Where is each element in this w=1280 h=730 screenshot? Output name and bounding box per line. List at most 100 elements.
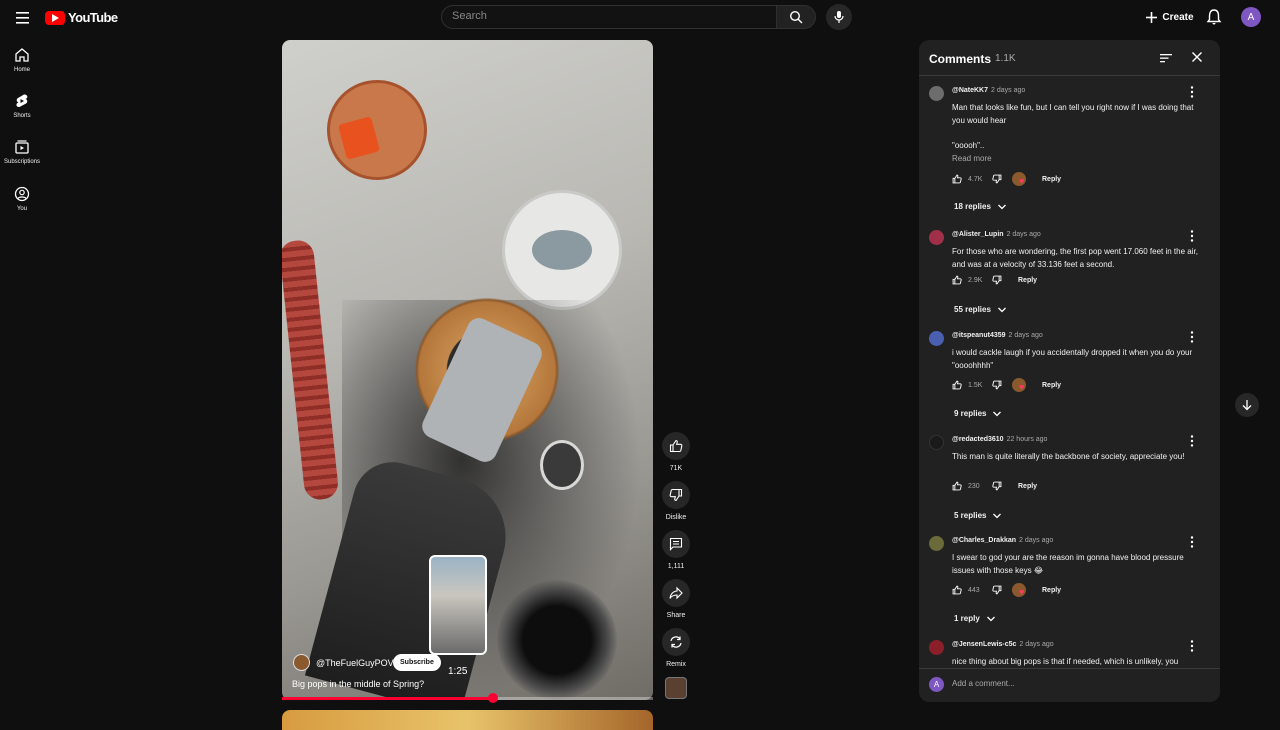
- comment-actions: 4.7K Reply: [952, 172, 1061, 186]
- comment-dislike-icon[interactable]: [992, 275, 1002, 285]
- more-vert-icon[interactable]: [1189, 229, 1195, 243]
- top-bar: YouTube Search Create A: [0, 0, 1280, 36]
- read-more-link[interactable]: Read more: [952, 154, 992, 163]
- chevron-down-icon: [997, 204, 1006, 209]
- chevron-down-icon: [986, 616, 995, 621]
- comments-button[interactable]: 1,111: [661, 530, 691, 570]
- account-avatar[interactable]: A: [1241, 7, 1261, 27]
- voice-search-button[interactable]: [826, 4, 852, 30]
- comment-meta: @Charles_Drakkan 2 days ago: [952, 537, 1053, 544]
- video-progress-fill: [282, 697, 494, 700]
- comment-dislike-icon[interactable]: [992, 174, 1002, 184]
- comment-meta: @NateKK7 2 days ago: [952, 87, 1025, 94]
- notifications-bell-icon[interactable]: [1205, 8, 1223, 26]
- video-frame-small-cap: [540, 440, 584, 490]
- comment-like-icon[interactable]: [952, 174, 962, 184]
- view-replies-button[interactable]: 1 reply: [954, 614, 996, 623]
- subscribe-button[interactable]: Subscribe: [393, 654, 441, 671]
- more-vert-icon[interactable]: [1189, 535, 1195, 549]
- next-video-button[interactable]: [1235, 393, 1259, 417]
- comment-username[interactable]: @redacted3610: [952, 436, 1004, 443]
- chevron-down-icon: [997, 307, 1006, 312]
- like-button[interactable]: 71K: [661, 432, 691, 472]
- create-label: Create: [1162, 11, 1194, 23]
- share-icon: [669, 586, 683, 600]
- comment-time: 2 days ago: [1019, 537, 1054, 544]
- comment-username[interactable]: @Charles_Drakkan: [952, 537, 1016, 544]
- seek-preview-time: 1:25: [448, 666, 468, 677]
- nav-home-label: Home: [13, 67, 30, 73]
- sound-thumbnail[interactable]: [665, 677, 687, 699]
- reply-button[interactable]: Reply: [1018, 277, 1037, 284]
- comment-dislike-icon[interactable]: [992, 380, 1002, 390]
- create-button[interactable]: Create: [1137, 4, 1203, 30]
- view-replies-button[interactable]: 18 replies: [954, 202, 1007, 211]
- comment-username[interactable]: @NateKK7: [952, 87, 988, 94]
- more-vert-icon[interactable]: [1189, 434, 1195, 448]
- youtube-logo[interactable]: YouTube: [45, 10, 118, 25]
- commenter-avatar[interactable]: [929, 640, 944, 655]
- arrow-down-icon: [1242, 400, 1252, 411]
- replies-count: 5 replies: [954, 511, 987, 520]
- commenter-avatar[interactable]: [929, 435, 944, 450]
- channel-name[interactable]: @TheFuelGuyPOV: [316, 658, 394, 668]
- nav-you[interactable]: You: [0, 186, 44, 212]
- comment-like-count: 230: [968, 482, 980, 490]
- remix-label: Remix: [666, 661, 686, 668]
- seek-preview-thumbnail: [429, 555, 487, 655]
- add-comment-input[interactable]: Add a comment...: [952, 679, 1015, 688]
- creator-heart-icon: [1012, 378, 1026, 392]
- dislike-button[interactable]: Dislike: [661, 481, 691, 521]
- video-progress-knob[interactable]: [488, 693, 499, 703]
- nav-shorts[interactable]: Shorts: [0, 93, 44, 119]
- comment-actions: 1.5K Reply: [952, 378, 1061, 392]
- comment-count: 1,111: [667, 563, 685, 570]
- dislike-label: Dislike: [665, 514, 687, 521]
- channel-avatar[interactable]: [293, 654, 310, 671]
- remix-button[interactable]: Remix: [661, 628, 691, 668]
- comment-time: 2 days ago: [1008, 332, 1043, 339]
- comment-like-icon[interactable]: [952, 481, 962, 491]
- comment-text: This man is quite literally the backbone…: [952, 452, 1185, 461]
- more-vert-icon[interactable]: [1189, 85, 1195, 99]
- more-vert-icon[interactable]: [1189, 639, 1195, 653]
- commenter-avatar[interactable]: [929, 536, 944, 551]
- view-replies-button[interactable]: 55 replies: [954, 305, 1007, 314]
- comment-like-icon[interactable]: [952, 275, 962, 285]
- chevron-down-icon: [993, 411, 1002, 416]
- comment-time: 22 hours ago: [1006, 436, 1048, 443]
- next-short-preview[interactable]: [282, 710, 653, 730]
- commenter-avatar[interactable]: [929, 230, 944, 245]
- nav-subscriptions-label: Subscriptions: [3, 159, 41, 165]
- current-user-avatar: A: [929, 677, 944, 692]
- menu-icon[interactable]: [13, 9, 33, 27]
- view-replies-button[interactable]: 5 replies: [954, 511, 1002, 520]
- sort-icon[interactable]: [1159, 51, 1173, 65]
- close-icon[interactable]: [1190, 50, 1204, 64]
- comment-username[interactable]: @itspeanut4359: [952, 332, 1006, 339]
- commenter-avatar[interactable]: [929, 331, 944, 346]
- video-progress-bar[interactable]: [282, 697, 653, 700]
- comment-like-icon[interactable]: [952, 380, 962, 390]
- search-button[interactable]: [776, 5, 816, 29]
- comment-like-icon[interactable]: [952, 585, 962, 595]
- comment-dislike-icon[interactable]: [992, 481, 1002, 491]
- comment-text: For those who are wondering, the first p…: [952, 247, 1198, 269]
- search-input[interactable]: Search: [441, 5, 777, 29]
- reply-button[interactable]: Reply: [1042, 382, 1061, 389]
- nav-home[interactable]: Home: [0, 47, 44, 73]
- share-button[interactable]: Share: [661, 579, 691, 619]
- comment-time: 2 days ago: [1006, 231, 1041, 238]
- video-frame-cap-latch: [532, 230, 592, 270]
- nav-subscriptions[interactable]: Subscriptions: [0, 139, 44, 165]
- reply-button[interactable]: Reply: [1018, 483, 1037, 490]
- view-replies-button[interactable]: 9 replies: [954, 409, 1002, 418]
- comment-username[interactable]: @JensenLewis-c5c: [952, 641, 1016, 648]
- comment-username[interactable]: @Alister_Lupin: [952, 231, 1004, 238]
- comment-dislike-icon[interactable]: [992, 585, 1002, 595]
- reply-button[interactable]: Reply: [1042, 176, 1061, 183]
- commenter-avatar[interactable]: [929, 86, 944, 101]
- reply-button[interactable]: Reply: [1042, 587, 1061, 594]
- comment-item: @JensenLewis-c5c 2 days ago nice thing ab…: [919, 631, 1220, 667]
- more-vert-icon[interactable]: [1189, 330, 1195, 344]
